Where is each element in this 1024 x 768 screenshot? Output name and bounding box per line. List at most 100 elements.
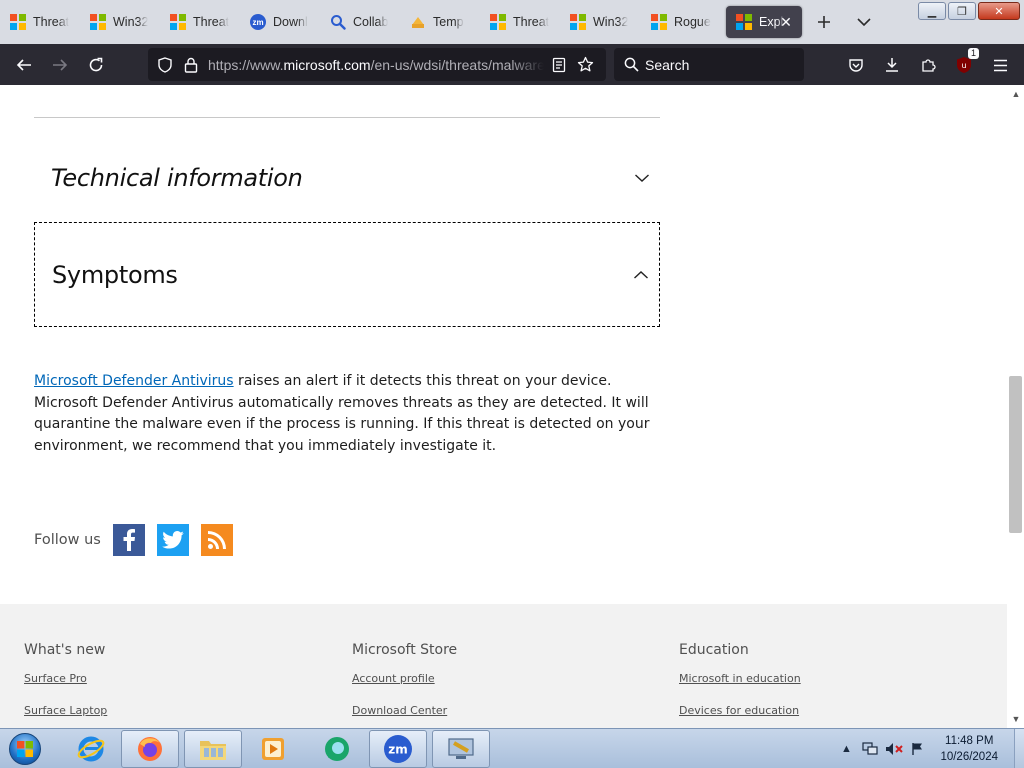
tab-threat-3[interactable]: Threat (480, 6, 560, 38)
tab-rogue[interactable]: Rogue (641, 6, 721, 38)
new-tab-button[interactable] (812, 10, 836, 34)
svg-text:zm: zm (388, 743, 408, 757)
downloads-button[interactable] (877, 50, 907, 80)
restore-icon: ❐ (957, 5, 967, 18)
restore-button[interactable]: ❐ (948, 2, 976, 20)
action-center-flag-icon[interactable] (909, 741, 927, 757)
reload-button[interactable] (81, 50, 111, 80)
microsoft-icon (570, 14, 586, 30)
taskbar-chat-app[interactable] (308, 730, 366, 768)
section-divider (34, 117, 660, 118)
system-clock[interactable]: 11:48 PM 10/26/2024 (940, 733, 998, 765)
close-window-button[interactable]: ✕ (978, 2, 1020, 20)
tab-threat-1[interactable]: Threat (0, 6, 80, 38)
reload-icon (89, 57, 103, 72)
tab-threat-2[interactable]: Threat (160, 6, 240, 38)
rss-icon (207, 531, 226, 549)
rss-link[interactable] (200, 524, 233, 556)
pocket-button[interactable] (841, 50, 871, 80)
scroll-up-arrow-icon[interactable]: ▲ (1011, 89, 1021, 99)
forward-arrow-icon (53, 59, 68, 71)
footer-link[interactable]: Devices for education (679, 704, 801, 717)
search-bar[interactable]: Search (614, 48, 804, 81)
footer-link[interactable]: Surface Laptop (24, 704, 107, 717)
tab-win32-2[interactable]: Win32 (560, 6, 640, 38)
tab-download[interactable]: zm Downl (240, 6, 320, 38)
extensions-button[interactable] (913, 50, 943, 80)
tracking-protection-shield-icon[interactable] (154, 54, 176, 76)
web-page: Technical information Symptoms Microsoft… (0, 85, 1007, 728)
forward-button[interactable] (45, 50, 75, 80)
url-domain: microsoft.com (283, 56, 371, 73)
footer-link[interactable]: Download Center (352, 704, 457, 717)
close-tab-icon[interactable]: ✕ (778, 14, 794, 30)
footer-link[interactable]: Surface Pro (24, 672, 107, 685)
minimize-icon: ▁ (927, 5, 937, 18)
lock-icon[interactable] (180, 54, 202, 76)
taskbar-media-player[interactable] (244, 730, 302, 768)
network-icon[interactable] (861, 741, 879, 757)
tab-strip: Threat Win32 Threat zm Downl Collab Temp… (0, 0, 1024, 44)
microsoft-icon (736, 14, 752, 30)
facebook-link[interactable] (112, 524, 145, 556)
media-player-icon (262, 738, 284, 760)
tab-label: Collab (353, 15, 389, 29)
extension-badge: 1 (967, 48, 979, 59)
close-icon: ✕ (994, 5, 1004, 18)
tab-win32-1[interactable]: Win32 (80, 6, 160, 38)
taskbar-internet-explorer[interactable] (62, 730, 120, 768)
defender-antivirus-link[interactable]: Microsoft Defender Antivirus (34, 373, 234, 389)
url-text[interactable]: https://www.microsoft.com/en-us/wdsi/thr… (208, 57, 544, 73)
taskbar-firefox[interactable] (121, 730, 179, 768)
list-all-tabs-button[interactable] (852, 10, 876, 34)
minimize-button[interactable]: ▁ (918, 2, 946, 20)
internet-explorer-icon (77, 736, 105, 762)
microsoft-icon (490, 14, 506, 30)
taskbar-file-explorer[interactable] (184, 730, 242, 768)
facebook-icon (123, 529, 135, 551)
remote-desktop-icon (448, 738, 474, 759)
tab-label: Threat (513, 15, 550, 29)
footer-link[interactable]: Microsoft in education (679, 672, 801, 685)
reader-view-icon[interactable] (548, 54, 570, 76)
tab-collab[interactable]: Collab (320, 6, 400, 38)
footer-column-education: Education Microsoft in education Devices… (679, 642, 801, 728)
scrollbar-thumb[interactable] (1009, 376, 1022, 533)
volume-muted-icon[interactable] (885, 741, 904, 757)
bookmark-star-icon[interactable] (574, 54, 596, 76)
tab-active-explore[interactable]: Expl ✕ (726, 6, 802, 38)
footer-column-whats-new: What's new Surface Pro Surface Laptop (24, 642, 107, 728)
back-button[interactable] (9, 50, 39, 80)
twitter-icon (162, 531, 184, 549)
taskbar-remote-app[interactable] (432, 730, 490, 768)
tab-label: Downl (273, 15, 308, 29)
system-tray: ▲ 11:48 PM 10/26/2024 (834, 729, 1024, 768)
show-desktop-button[interactable] (1014, 729, 1024, 768)
address-bar[interactable]: https://www.microsoft.com/en-us/wdsi/thr… (148, 48, 606, 81)
menu-button[interactable] (985, 50, 1015, 80)
show-hidden-icons-arrow-icon[interactable]: ▲ (837, 741, 855, 757)
twitter-link[interactable] (156, 524, 189, 556)
search-placeholder: Search (645, 56, 690, 73)
tab-temp[interactable]: Temp (400, 6, 480, 38)
footer-heading: Education (679, 642, 749, 658)
start-button[interactable] (6, 731, 44, 767)
search-icon (624, 57, 639, 72)
firefox-icon (138, 737, 162, 761)
accordion-technical-information[interactable]: Technical information (34, 125, 660, 230)
back-arrow-icon (16, 59, 31, 71)
page-scrollbar[interactable]: ▲ ▼ (1007, 85, 1024, 728)
technical-information-heading: Technical information (51, 163, 303, 192)
puzzle-icon (922, 59, 936, 72)
footer-link[interactable]: Account profile (352, 672, 457, 685)
taskbar-zoom[interactable]: zm (369, 730, 427, 768)
tab-label: Win32 (593, 15, 629, 29)
ublock-origin-button[interactable]: u 1 (949, 48, 979, 80)
tab-label: Temp (433, 15, 464, 29)
tab-label: Threat (33, 15, 70, 29)
microsoft-icon (651, 14, 667, 30)
accordion-symptoms[interactable]: Symptoms (34, 222, 660, 327)
follow-us-bar: Follow us (34, 524, 245, 556)
chat-app-icon (325, 737, 349, 761)
scroll-down-arrow-icon[interactable]: ▼ (1011, 714, 1021, 724)
